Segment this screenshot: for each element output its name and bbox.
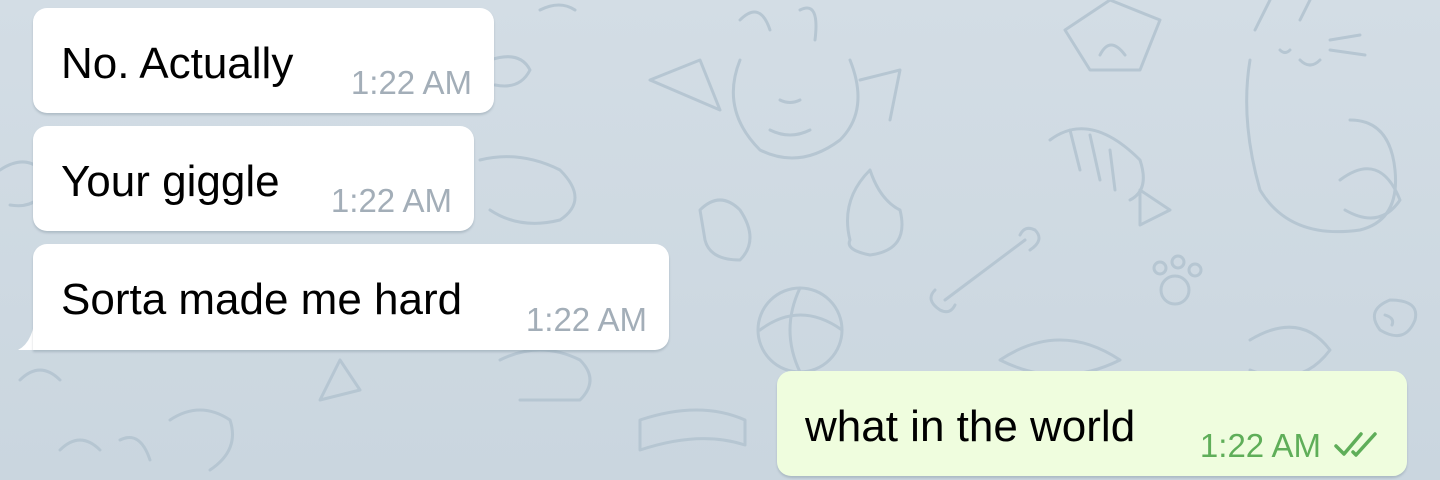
message-bubble-outgoing[interactable]: what in the world 1:22 AM: [777, 371, 1407, 476]
message-time: 1:22 AM: [525, 301, 647, 338]
message-text: Your giggle: [61, 157, 280, 206]
message-bubble-incoming[interactable]: No. Actually 1:22 AM: [33, 8, 494, 113]
message-time: 1:22 AM: [350, 64, 472, 101]
message-bubble-incoming[interactable]: Sorta made me hard 1:22 AM: [33, 244, 669, 350]
double-check-icon: [1334, 432, 1377, 457]
message-text: No. Actually: [61, 39, 294, 88]
message-text: what in the world: [805, 402, 1136, 451]
message-text: Sorta made me hard: [61, 275, 463, 324]
message-time: 1:22 AM: [330, 182, 452, 219]
message-bubble-incoming[interactable]: Your giggle 1:22 AM: [33, 126, 474, 231]
message-time: 1:22 AM: [1199, 427, 1321, 464]
